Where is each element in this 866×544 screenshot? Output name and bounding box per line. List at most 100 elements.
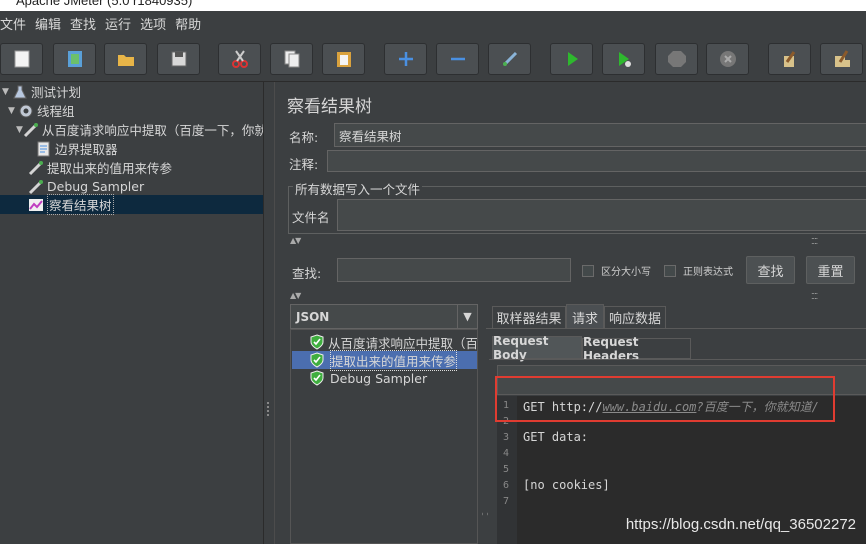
chart-icon <box>28 197 44 213</box>
comment-field[interactable] <box>327 150 866 172</box>
tab-sampler-result[interactable]: 取样器结果 <box>492 306 566 329</box>
paste-icon <box>336 52 351 67</box>
filename-label: 文件名 <box>292 210 330 225</box>
pipette-icon <box>28 179 44 195</box>
menu-run[interactable]: 运行 <box>105 14 136 33</box>
code-line: GET data: <box>523 430 589 444</box>
search-button[interactable]: 查找 <box>746 256 795 284</box>
success-shield-icon <box>310 352 326 368</box>
clear-icon <box>783 51 795 67</box>
subtab-request-body[interactable]: Request Body <box>492 334 582 362</box>
collapse-button[interactable] <box>436 43 479 75</box>
menu-edit[interactable]: 编辑 <box>35 14 66 33</box>
tree-item-param-request[interactable]: 提取出来的值用来传参 <box>28 158 172 177</box>
clear-all-button[interactable] <box>820 43 863 75</box>
expand-arrow-icon[interactable]: ▼ <box>8 106 18 116</box>
vertical-resize-grip-icon[interactable]: ⁚⁚ <box>480 512 489 515</box>
view-results-tree-panel: 察看结果树 名称: 察看结果树 注释: 所有数据写入一个文件 文件名 ▲▼ ⁚⁚… <box>274 82 866 544</box>
result-item-label: 从百度请求响应中提取（百度 <box>328 335 477 351</box>
copy-icon <box>284 50 299 68</box>
result-item[interactable]: 从百度请求响应中提取（百度 <box>292 333 477 351</box>
shutdown-button[interactable] <box>706 43 749 75</box>
new-button[interactable] <box>0 43 43 75</box>
templates-button[interactable] <box>53 43 96 75</box>
window-title: Apache JMeter (5.0 r1840935) <box>16 0 193 8</box>
splitter-grip[interactable] <box>267 402 271 416</box>
tree-item-label: 测试计划 <box>31 85 82 100</box>
reset-button[interactable]: 重置 <box>806 256 855 284</box>
menu-help[interactable]: 帮助 <box>175 14 206 33</box>
open-button[interactable] <box>104 43 147 75</box>
toolbar <box>0 36 866 82</box>
tree-item-baidu-request[interactable]: ▼ 从百度请求响应中提取（百度一下，你就 <box>16 120 263 139</box>
chevron-down-icon[interactable]: ▼ <box>457 305 477 328</box>
resize-grip-icon[interactable]: ⁚⁚⁚⁚ <box>811 237 818 246</box>
success-shield-icon <box>310 334 324 350</box>
expand-icon <box>398 52 413 66</box>
tree-item-label: 察看结果树 <box>47 194 114 215</box>
search-input[interactable] <box>337 258 571 282</box>
tree-item-label: 从百度请求响应中提取（百度一下，你就 <box>41 123 263 138</box>
cut-icon <box>231 50 248 68</box>
renderer-select[interactable]: JSON ▼ <box>290 304 478 329</box>
save-icon <box>171 51 186 67</box>
collapse-grip-icon[interactable]: ▲▼ <box>290 236 301 245</box>
menu-options[interactable]: 选项 <box>140 14 171 33</box>
test-plan-tree: ▼ 测试计划 ▼ 线程组 ▼ 从百度请求响应中提取（百度一下，你就 边界提取器 … <box>0 82 263 544</box>
name-label: 名称: <box>289 130 319 145</box>
tree-item-view-results-tree[interactable]: 察看结果树 <box>0 194 263 215</box>
collapse-grip-icon[interactable]: ▲▼ <box>290 291 301 300</box>
result-item[interactable]: Debug Sampler <box>292 369 477 387</box>
tree-item-test-plan[interactable]: ▼ 测试计划 <box>2 82 81 101</box>
expand-button[interactable] <box>384 43 427 75</box>
subtab-request-headers[interactable]: Request Headers <box>582 335 691 363</box>
open-icon <box>117 55 134 66</box>
flask-icon <box>12 84 28 100</box>
window-titlebar: Apache JMeter (5.0 r1840935) <box>0 0 866 11</box>
toggle-icon <box>502 51 517 67</box>
annotation-highlight-box <box>495 376 835 422</box>
case-sensitive-checkbox[interactable]: 区分大小写 <box>582 263 651 278</box>
start-no-pause-icon <box>618 52 631 67</box>
resize-grip-icon[interactable]: ⁚⁚⁚⁚ <box>811 292 818 301</box>
copy-button[interactable] <box>270 43 313 75</box>
tab-response-data[interactable]: 响应数据 <box>604 306 666 329</box>
menu-file[interactable]: 文件 <box>0 14 31 33</box>
clear-button[interactable] <box>768 43 811 75</box>
write-to-file-title: 所有数据写入一个文件 <box>293 179 423 198</box>
clear-all-icon <box>834 50 850 67</box>
toggle-button[interactable] <box>488 43 531 75</box>
regex-label: 正则表达式 <box>683 267 733 278</box>
start-button[interactable] <box>550 43 593 75</box>
tab-divider <box>486 328 866 329</box>
split-pane-divider[interactable] <box>263 82 274 544</box>
regex-checkbox[interactable]: 正则表达式 <box>664 263 733 278</box>
name-value: 察看结果树 <box>339 128 402 144</box>
name-field[interactable]: 察看结果树 <box>334 123 866 147</box>
cut-button[interactable] <box>218 43 261 75</box>
checkbox-box[interactable] <box>582 264 594 277</box>
menu-search[interactable]: 查找 <box>70 14 101 33</box>
success-shield-icon <box>310 370 326 386</box>
line-number: 7 <box>503 496 510 507</box>
tab-request[interactable]: 请求 <box>566 304 604 329</box>
start-no-pause-button[interactable] <box>602 43 645 75</box>
results-list: 从百度请求响应中提取（百度 提取出来的值用来传参 Debug Sampler <box>290 329 478 544</box>
result-item-label: Debug Sampler <box>330 370 428 386</box>
result-item-selected[interactable]: 提取出来的值用来传参 <box>292 349 477 371</box>
code-line: [no cookies] <box>523 478 610 492</box>
stop-button[interactable] <box>655 43 698 75</box>
tree-item-label: 线程组 <box>37 104 75 119</box>
tree-item-thread-group[interactable]: ▼ 线程组 <box>8 101 75 120</box>
checkbox-box[interactable] <box>664 264 676 277</box>
shutdown-icon <box>719 51 736 67</box>
result-item-label: 提取出来的值用来传参 <box>330 349 458 371</box>
expand-arrow-icon[interactable]: ▼ <box>16 125 23 135</box>
paste-button[interactable] <box>322 43 365 75</box>
save-button[interactable] <box>157 43 200 75</box>
expand-arrow-icon[interactable]: ▼ <box>2 87 12 97</box>
comment-label: 注释: <box>289 157 319 172</box>
tree-item-boundary-extractor[interactable]: 边界提取器 <box>36 139 118 158</box>
search-label: 查找: <box>292 266 322 281</box>
filename-field[interactable] <box>337 199 866 231</box>
